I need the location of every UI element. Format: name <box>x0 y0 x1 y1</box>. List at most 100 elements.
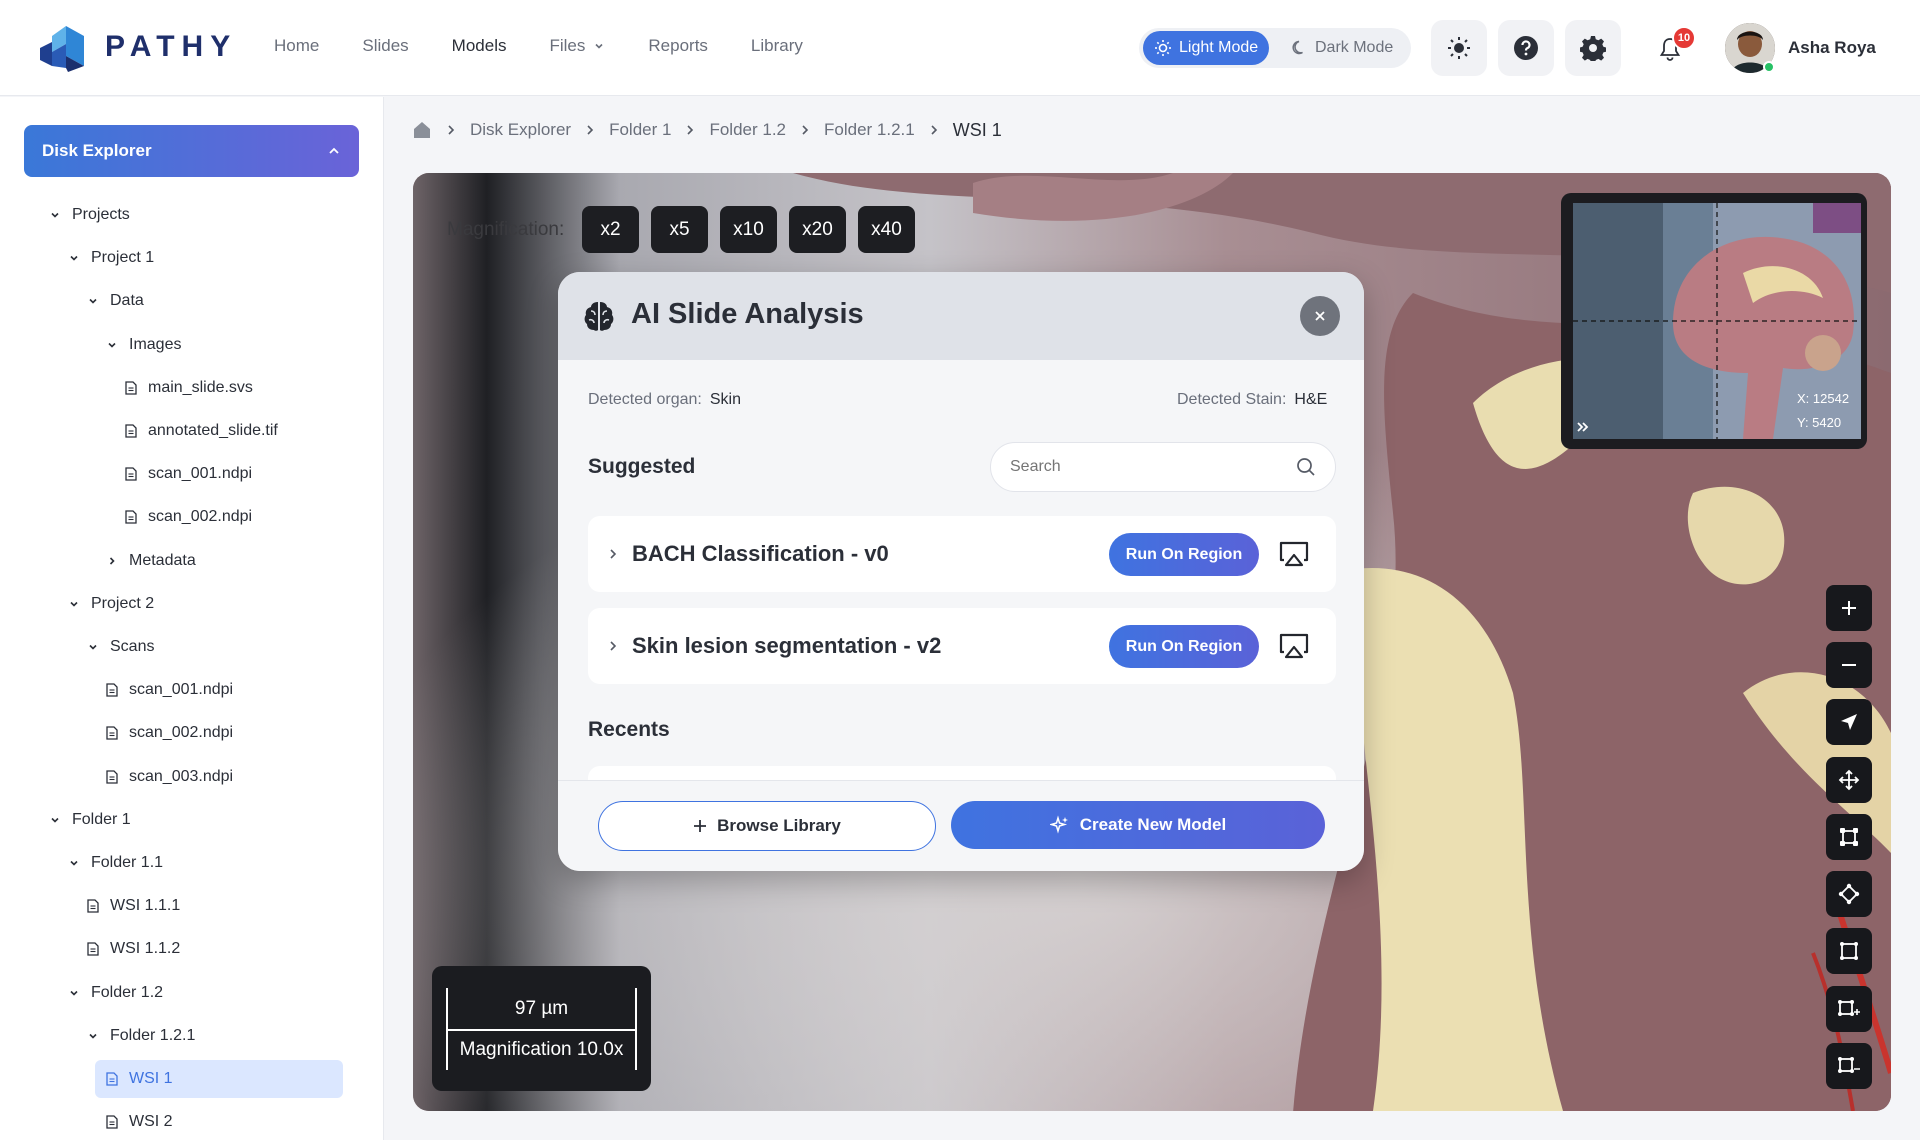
tree-item-label: scan_001.ndpi <box>148 465 253 482</box>
browse-library-button[interactable]: Browse Library <box>598 801 936 851</box>
main-nav: Home Slides Models Files Reports Library <box>274 36 803 56</box>
breadcrumb-folder-1-2-1[interactable]: Folder 1.2.1 <box>824 120 915 140</box>
close-button[interactable] <box>1300 296 1340 336</box>
nav-home[interactable]: Home <box>274 36 319 56</box>
tree-file[interactable]: scan_002.ndpi <box>105 714 233 752</box>
chevron-right-icon[interactable] <box>604 637 622 655</box>
nav-files[interactable]: Files <box>549 36 605 56</box>
tree-folder[interactable]: Folder 1 <box>48 801 131 839</box>
create-new-model-button[interactable]: Create New Model <box>951 801 1325 849</box>
nav-reports[interactable]: Reports <box>648 36 708 56</box>
tree-item-label: Projects <box>72 206 130 223</box>
expand-icon[interactable] <box>1571 415 1595 439</box>
tree-folder[interactable]: Folder 1.2.1 <box>86 1017 195 1055</box>
tree-folder[interactable]: Projects <box>48 196 130 234</box>
zoom-in-button[interactable] <box>1826 585 1872 631</box>
brightness-button[interactable] <box>1431 20 1487 76</box>
detected-organ-value: Skin <box>709 391 741 408</box>
tree-item-label: annotated_slide.tif <box>148 422 278 439</box>
model-search-input[interactable] <box>990 442 1336 492</box>
top-bar: PATHY Home Slides Models Files Reports L… <box>0 0 1920 96</box>
detected-stain-value: H&E <box>1294 391 1328 408</box>
breadcrumb-folder-1[interactable]: Folder 1 <box>609 120 671 140</box>
minimap[interactable]: X: 12542 Y: 5420 <box>1561 193 1867 449</box>
magnification-x40-button[interactable]: x40 <box>858 206 915 253</box>
run-on-region-button[interactable]: Run On Region <box>1109 625 1259 668</box>
pathy-logo-icon[interactable] <box>38 22 86 72</box>
tree-file[interactable]: scan_003.ndpi <box>105 758 233 796</box>
tree-file[interactable]: scan_002.ndpi <box>124 498 252 536</box>
detected-organ-label: Detected organ: <box>588 391 702 408</box>
square-select-button[interactable] <box>1826 928 1872 974</box>
chevron-down-icon <box>67 856 81 870</box>
remove-region-button[interactable] <box>1826 1043 1872 1089</box>
chevron-down-icon <box>86 640 100 654</box>
tree-folder[interactable]: Scans <box>86 628 154 666</box>
cast-icon[interactable] <box>1278 631 1310 661</box>
polygon-select-button[interactable] <box>1826 871 1872 917</box>
chevron-down-icon <box>86 1029 100 1043</box>
disk-explorer-toggle[interactable]: Disk Explorer <box>24 125 359 177</box>
tree-file[interactable]: WSI 1.1.2 <box>86 930 180 968</box>
tree-item-label: scan_001.ndpi <box>129 681 234 698</box>
chevron-up-icon <box>327 144 341 158</box>
nav-library[interactable]: Library <box>751 36 803 56</box>
tree-folder[interactable]: Project 1 <box>67 239 154 277</box>
brain-icon <box>582 299 616 333</box>
tree-file[interactable]: scan_001.ndpi <box>105 671 233 709</box>
model-card-skin-lesion[interactable]: Skin lesion segmentation - v2 Run On Reg… <box>588 608 1336 684</box>
chevron-right-icon <box>446 124 456 136</box>
file-icon <box>124 467 138 481</box>
magnification-x5-button[interactable]: x5 <box>651 206 708 253</box>
tree-folder[interactable]: Data <box>86 282 144 320</box>
tree-file[interactable]: WSI 1 <box>95 1060 343 1098</box>
magnification-x10-button[interactable]: x10 <box>720 206 777 253</box>
run-on-region-button[interactable]: Run On Region <box>1109 533 1259 576</box>
breadcrumb-disk-explorer[interactable]: Disk Explorer <box>470 120 571 140</box>
navigate-button[interactable] <box>1826 699 1872 745</box>
light-mode-label: Light Mode <box>1179 39 1259 56</box>
theme-toggle: Light Mode Dark Mode <box>1139 28 1411 68</box>
move-icon <box>1838 769 1860 791</box>
search-icon[interactable] <box>1295 456 1317 478</box>
chevron-down-icon <box>48 208 62 222</box>
light-mode-button[interactable]: Light Mode <box>1143 31 1270 65</box>
tree-item-label: Project 2 <box>91 595 155 612</box>
add-region-button[interactable] <box>1826 986 1872 1032</box>
nav-slides[interactable]: Slides <box>362 36 408 56</box>
rectangle-select-button[interactable] <box>1826 814 1872 860</box>
tree-folder[interactable]: Project 2 <box>67 585 154 623</box>
tree-file[interactable]: WSI 1.1.1 <box>86 887 180 925</box>
file-icon <box>105 770 119 784</box>
nav-models[interactable]: Models <box>452 36 507 56</box>
chevron-down-icon <box>86 294 100 308</box>
tree-item-label: scan_002.ndpi <box>148 508 253 525</box>
tree-file[interactable]: scan_001.ndpi <box>124 455 252 493</box>
tree-file[interactable]: main_slide.svs <box>124 369 253 407</box>
tree-file[interactable]: annotated_slide.tif <box>124 412 278 450</box>
chevron-right-icon <box>105 554 119 568</box>
cast-icon[interactable] <box>1278 539 1310 569</box>
settings-button[interactable] <box>1565 20 1621 76</box>
disk-explorer-label: Disk Explorer <box>42 141 152 160</box>
magnification-x2-button[interactable]: x2 <box>582 206 639 253</box>
file-icon <box>105 683 119 697</box>
dark-mode-label: Dark Mode <box>1315 39 1394 56</box>
scale-magnification: Magnification 10.0x <box>459 1039 624 1060</box>
zoom-out-button[interactable] <box>1826 642 1872 688</box>
magnification-x20-button[interactable]: x20 <box>789 206 846 253</box>
dark-mode-button[interactable]: Dark Mode <box>1279 31 1404 65</box>
move-button[interactable] <box>1826 757 1872 803</box>
chevron-down-icon <box>67 251 81 265</box>
model-card-bach[interactable]: BACH Classification - v0 Run On Region <box>588 516 1336 592</box>
chevron-down-icon <box>67 597 81 611</box>
breadcrumb-folder-1-2[interactable]: Folder 1.2 <box>709 120 786 140</box>
tree-folder[interactable]: Folder 1.2 <box>67 974 163 1012</box>
tree-folder[interactable]: Images <box>105 326 181 364</box>
tree-folder[interactable]: Folder 1.1 <box>67 844 163 882</box>
help-button[interactable] <box>1498 20 1554 76</box>
home-icon[interactable] <box>412 120 432 140</box>
tree-file[interactable]: WSI 2 <box>105 1103 173 1140</box>
tree-folder[interactable]: Metadata <box>105 542 196 580</box>
chevron-right-icon[interactable] <box>604 545 622 563</box>
